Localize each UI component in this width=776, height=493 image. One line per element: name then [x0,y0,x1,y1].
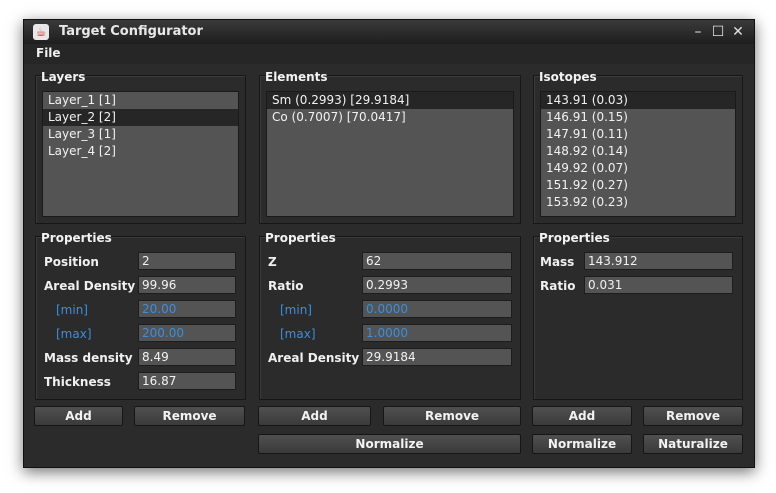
list-item[interactable]: 153.92 (0.23) [541,194,735,211]
elements-group: Elements Sm (0.2993) [29.9184] Co (0.7007… [259,70,521,224]
list-item[interactable]: Layer_2 [2] [43,109,238,126]
element-areal-density-field[interactable]: 29.9184 [362,348,512,366]
element-min-field[interactable]: 0.0000 [362,300,512,318]
isotope-properties-group: Properties Mass 143.912 Ratio 0.031 [533,231,743,400]
ratio-field[interactable]: 0.2993 [362,276,512,294]
remove-layer-button[interactable]: Remove [134,406,245,426]
elements-list[interactable]: Sm (0.2993) [29.9184] Co (0.7007) [70.041… [266,91,514,217]
layer-properties-group: Properties Position 2 Areal Density 99.9… [35,231,246,400]
position-label: Position [44,255,99,269]
ratio-label: Ratio [268,279,304,293]
list-item[interactable]: Layer_3 [1] [43,126,238,143]
isotopes-list[interactable]: 143.91 (0.03) 146.91 (0.15) 147.91 (0.11) 1… [540,91,736,217]
list-item[interactable]: 148.92 (0.14) [541,143,735,160]
list-item[interactable]: 147.91 (0.11) [541,126,735,143]
max-field[interactable]: 200.00 [138,324,236,342]
normalize-isotopes-button[interactable]: Normalize [532,434,632,454]
areal-density-label: Areal Density [44,279,136,293]
thickness-field[interactable]: 16.87 [138,372,236,390]
list-item[interactable]: Co (0.7007) [70.0417] [267,109,513,126]
layers-list[interactable]: Layer_1 [1] Layer_2 [2] Layer_3 [1] Layer_4… [42,91,239,217]
element-max-field[interactable]: 1.0000 [362,324,512,342]
list-item[interactable]: 151.92 (0.27) [541,177,735,194]
mass-field[interactable]: 143.912 [584,252,733,270]
element-min-label: [min] [280,303,312,317]
element-max-label: [max] [280,327,316,341]
list-item[interactable]: 146.91 (0.15) [541,109,735,126]
window-title: Target Configurator [59,24,203,39]
naturalize-button[interactable]: Naturalize [643,434,743,454]
minimize-icon[interactable]: – [690,23,706,41]
thickness-label: Thickness [44,375,111,389]
menu-bar: File [24,44,754,64]
normalize-elements-button[interactable]: Normalize [258,434,521,454]
remove-element-button[interactable]: Remove [383,406,521,426]
mass-label: Mass [540,255,575,269]
layers-group: Layers Layer_1 [1] Layer_2 [2] Layer_3 [1]… [35,70,246,224]
z-label: Z [268,255,277,269]
maximize-icon[interactable]: ☐ [710,23,726,41]
min-field[interactable]: 20.00 [138,300,236,318]
layers-title: Layers [41,70,86,84]
list-item[interactable]: 149.92 (0.07) [541,160,735,177]
elements-title: Elements [265,70,328,84]
add-element-button[interactable]: Add [258,406,371,426]
remove-isotope-button[interactable]: Remove [643,406,743,426]
element-properties-group: Properties Z 62 Ratio 0.2993 [min] 0.000… [259,231,521,400]
isotope-ratio-label: Ratio [540,279,576,293]
isotope-properties-title: Properties [539,231,610,245]
position-field[interactable]: 2 [138,252,236,270]
list-item[interactable]: Layer_4 [2] [43,143,238,160]
layer-properties-title: Properties [41,231,112,245]
max-label: [max] [56,327,92,341]
mass-density-field[interactable]: 8.49 [138,348,236,366]
isotopes-group: Isotopes 143.91 (0.03) 146.91 (0.15) 147.9… [533,70,743,224]
areal-density-field[interactable]: 99.96 [138,276,236,294]
title-bar[interactable]: ☕ Target Configurator – ☐ ✕ [24,20,754,44]
list-item[interactable]: 143.91 (0.03) [541,92,735,109]
min-label: [min] [56,303,88,317]
isotopes-title: Isotopes [539,70,597,84]
mass-density-label: Mass density [44,351,133,365]
isotope-ratio-field[interactable]: 0.031 [584,276,733,294]
java-cup-icon: ☕ [33,24,49,40]
element-areal-density-label: Areal Density [268,351,360,365]
add-isotope-button[interactable]: Add [532,406,632,426]
list-item[interactable]: Sm (0.2993) [29.9184] [267,92,513,109]
z-field[interactable]: 62 [362,252,512,270]
element-properties-title: Properties [265,231,336,245]
target-configurator-window: ☕ Target Configurator – ☐ ✕ File Layers … [23,19,755,468]
close-icon[interactable]: ✕ [730,23,746,41]
add-layer-button[interactable]: Add [34,406,123,426]
list-item[interactable]: Layer_1 [1] [43,92,238,109]
menu-file[interactable]: File [36,46,61,60]
